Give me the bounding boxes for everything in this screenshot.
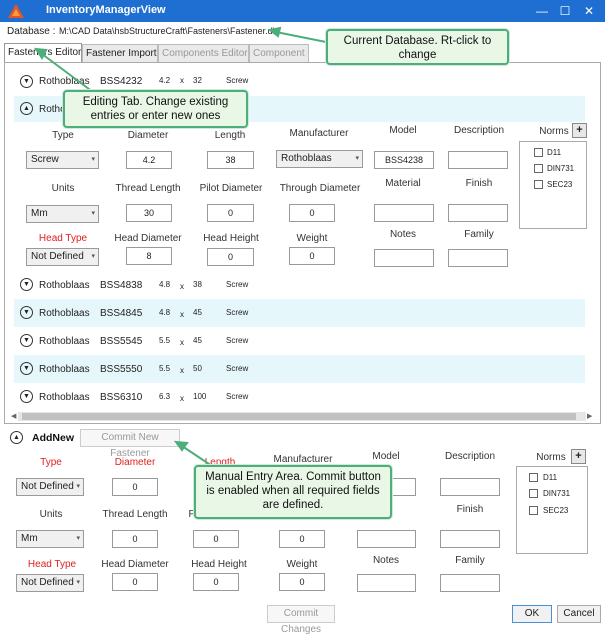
editing-callout-arrow	[41, 53, 98, 96]
database-callout-arrow	[275, 31, 327, 43]
manual-entry-callout: Manual Entry Area. Commit button is enab…	[194, 465, 392, 519]
database-callout: Current Database. Rt-click to change	[326, 29, 509, 65]
arrow-head-icon	[267, 26, 282, 38]
editing-callout: Editing Tab. Change existing entries or …	[63, 90, 248, 128]
